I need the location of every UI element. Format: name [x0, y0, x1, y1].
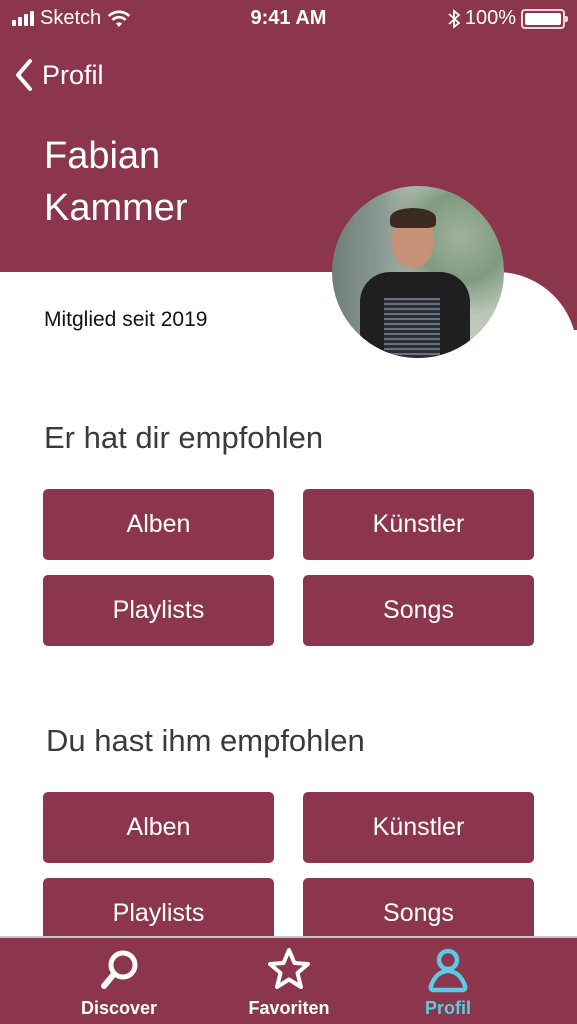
tab-label: Discover	[80, 998, 158, 1018]
received-artists-button[interactable]: Künstler	[303, 489, 534, 560]
back-button[interactable]: Profil	[14, 58, 104, 92]
member-since: Mitglied seit 2019	[44, 308, 208, 331]
received-songs-button[interactable]: Songs	[303, 575, 534, 646]
section-title-sent: Du hast ihm empfohlen	[46, 723, 365, 758]
battery-icon	[521, 8, 568, 29]
tab-profile[interactable]: Profil	[388, 946, 508, 1019]
chevron-left-icon	[16, 59, 32, 91]
tab-discover[interactable]: Discover	[59, 946, 179, 1019]
status-bar: Sketch 9:41 AM 100%	[0, 0, 577, 38]
tab-favorites[interactable]: Favoriten	[229, 946, 349, 1019]
sent-artists-button[interactable]: Künstler	[303, 792, 534, 863]
tab-bar: Discover Favoriten Profil	[0, 936, 577, 1024]
tab-label: Favoriten	[248, 998, 330, 1018]
received-albums-button[interactable]: Alben	[43, 489, 274, 560]
status-right: 100%	[448, 7, 568, 30]
star-icon	[268, 948, 310, 989]
tab-label: Profil	[424, 998, 471, 1018]
search-icon	[101, 950, 138, 989]
first-name: Fabian	[44, 135, 161, 177]
back-label: Profil	[42, 59, 104, 90]
battery-percent: 100%	[464, 7, 516, 29]
received-playlists-button[interactable]: Playlists	[43, 575, 274, 646]
sent-albums-button[interactable]: Alben	[43, 792, 274, 863]
user-name: Fabian Kammer	[44, 130, 188, 234]
avatar	[332, 186, 504, 358]
person-icon	[428, 948, 468, 993]
bluetooth-icon	[448, 8, 460, 29]
section-title-received: Er hat dir empfohlen	[44, 420, 324, 455]
last-name: Kammer	[44, 187, 188, 229]
